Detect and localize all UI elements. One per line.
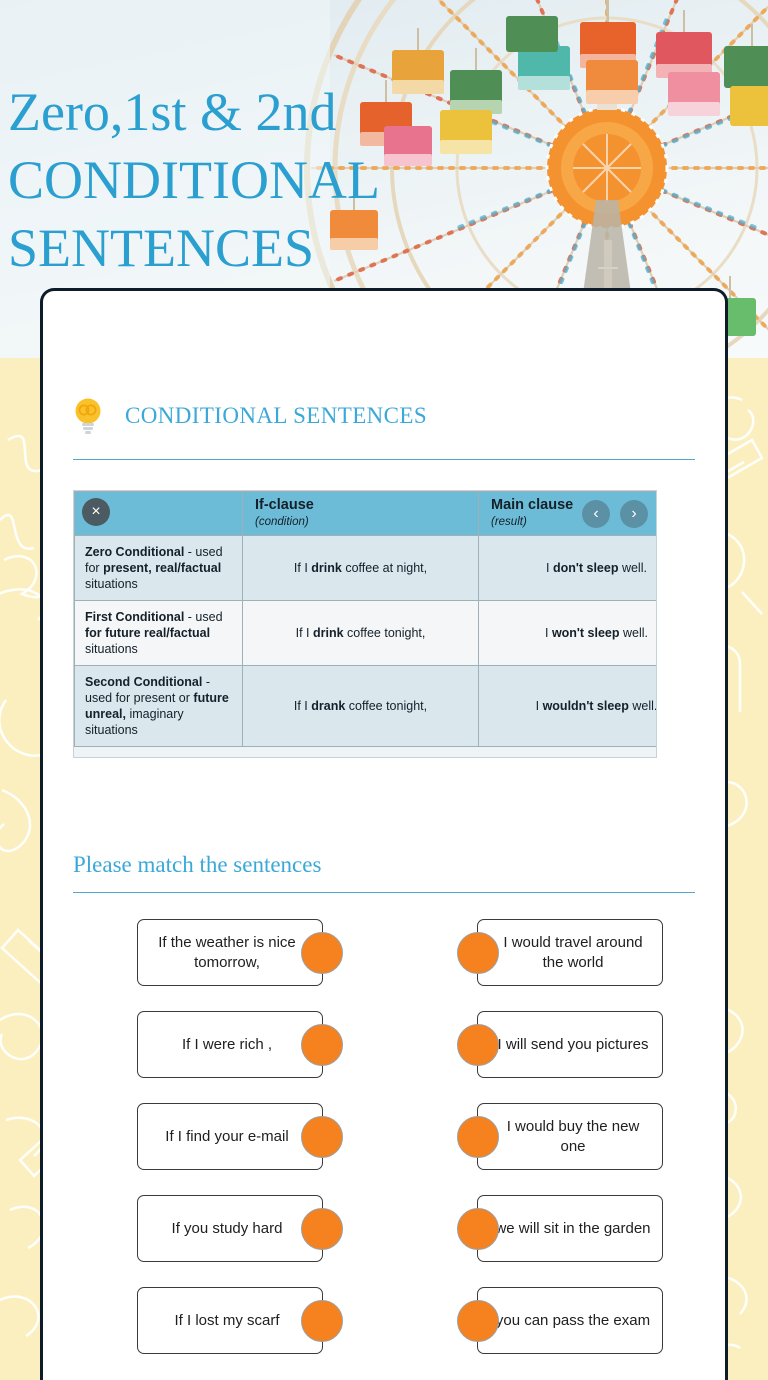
match-right-card[interactable]: I will send you pictures [457, 1011, 663, 1078]
worksheet-page: Zero,1st & 2nd CONDITIONAL SENTENCES CON… [0, 0, 768, 1380]
first-type-rest: - used [184, 610, 223, 624]
chevron-left-icon[interactable]: ‹ [582, 500, 610, 528]
match-row: If the weather is nice tomorrow, I would… [73, 919, 695, 986]
section-header: CONDITIONAL SENTENCES [73, 397, 695, 435]
second-main-post: well. [628, 699, 657, 713]
exercise-title: Please match the sentences [73, 852, 322, 877]
zero-main-pre: I [546, 561, 553, 575]
match-row: If you study hard we will sit in the gar… [73, 1195, 695, 1262]
connector-dot[interactable] [457, 1207, 499, 1250]
if-clause-title: If-clause [255, 497, 314, 513]
match-left-card[interactable]: If I lost my scarf [137, 1287, 343, 1354]
section-title: CONDITIONAL SENTENCES [125, 403, 428, 428]
match-row: If I were rich , I will send you picture… [73, 1011, 695, 1078]
first-type-b2: for future [85, 626, 141, 640]
second-conditional-type: Second Conditional - used for present or… [74, 665, 243, 747]
connector-dot[interactable] [301, 1207, 343, 1250]
match-left-text: If the weather is nice tomorrow, [158, 933, 296, 971]
zero-type-name: Zero Conditional [85, 545, 185, 559]
zero-main-bold: don't sleep [552, 561, 619, 575]
match-left-text: If you study hard [171, 1219, 283, 1237]
match-right-card[interactable]: I would buy the new one [457, 1103, 663, 1170]
connector-dot[interactable] [457, 931, 499, 974]
zero-type-tail: situations [85, 577, 138, 591]
table-row: First Conditional - used for future real… [74, 600, 656, 666]
second-type-b3: imaginary [129, 707, 184, 721]
page-title: Zero,1st & 2nd CONDITIONAL SENTENCES [8, 82, 380, 278]
conditionals-table-image[interactable]: If-clause (condition) Main clause (resul… [73, 490, 657, 758]
match-right-card[interactable]: you can pass the exam [457, 1287, 663, 1354]
zero-if-post: coffee at night, [341, 561, 428, 575]
exercise-divider [73, 892, 695, 893]
match-right-text: you can pass the exam [495, 1311, 651, 1329]
match-left-card[interactable]: If the weather is nice tomorrow, [137, 919, 343, 986]
zero-main-clause: I don't sleep well. [478, 535, 656, 601]
table-row: Zero Conditional - used for present, rea… [74, 535, 656, 601]
zero-if-clause: If I drink coffee at night, [242, 535, 479, 601]
zero-type-b3: real/factual [155, 561, 222, 575]
content-section: CONDITIONAL SENTENCES If-clause (conditi… [43, 397, 725, 1354]
close-icon[interactable]: × [82, 498, 110, 526]
second-if-clause: If I drank coffee tonight, [242, 665, 479, 747]
match-row: If I lost my scarf you can pass the exam [73, 1287, 695, 1354]
zero-conditional-type: Zero Conditional - used for present, rea… [74, 535, 243, 601]
if-clause-subtitle: (condition) [255, 516, 309, 528]
match-row: If I find your e-mail I would buy the ne… [73, 1103, 695, 1170]
zero-main-post: well. [618, 561, 647, 575]
table-header-row: If-clause (condition) Main clause (resul… [74, 491, 656, 536]
conditionals-table: If-clause (condition) Main clause (resul… [74, 491, 657, 747]
connector-dot[interactable] [301, 931, 343, 974]
first-if-bold: drink [313, 626, 344, 640]
table-header-if-clause: If-clause (condition) [242, 491, 479, 536]
zero-type-b2: present, [103, 561, 152, 575]
section-divider [73, 459, 695, 460]
connector-dot[interactable] [301, 1299, 343, 1342]
connector-dot[interactable] [457, 1023, 499, 1066]
connector-dot[interactable] [457, 1115, 499, 1158]
first-type-name: First Conditional [85, 610, 185, 624]
lightbulb-icon [75, 398, 101, 434]
first-main-post: well. [619, 626, 648, 640]
match-right-text: I would buy the new one [506, 1117, 640, 1155]
table-row: Second Conditional - used for present or… [74, 665, 657, 747]
match-right-text: I will send you pictures [497, 1035, 649, 1053]
first-type-b3: real/factual [144, 626, 211, 640]
match-left-text: If I find your e-mail [165, 1127, 289, 1145]
zero-if-bold: drink [311, 561, 342, 575]
second-main-clause: I wouldn't sleep well. [478, 665, 657, 747]
first-main-bold: won't sleep [551, 626, 620, 640]
first-if-post: coffee tonight, [343, 626, 426, 640]
second-type-tail: situations [85, 723, 138, 737]
second-if-pre: If I [293, 699, 312, 713]
connector-dot[interactable] [457, 1299, 499, 1342]
match-right-card[interactable]: we will sit in the garden [457, 1195, 663, 1262]
first-main-clause: I won't sleep well. [478, 600, 656, 666]
second-if-post: coffee tonight, [345, 699, 428, 713]
second-type-name: Second Conditional [85, 675, 203, 689]
first-conditional-type: First Conditional - used for future real… [74, 600, 243, 666]
match-right-text: I would travel around the world [503, 933, 643, 971]
main-clause-title: Main clause [491, 497, 574, 513]
connector-dot[interactable] [301, 1115, 343, 1158]
match-left-card[interactable]: If I were rich , [137, 1011, 343, 1078]
worksheet-content-card: CONDITIONAL SENTENCES If-clause (conditi… [40, 288, 728, 1380]
first-if-clause: If I drink coffee tonight, [242, 600, 479, 666]
match-exercise: If the weather is nice tomorrow, I would… [73, 919, 695, 1354]
connector-dot[interactable] [301, 1023, 343, 1066]
first-if-pre: If I [295, 626, 314, 640]
zero-if-pre: If I [293, 561, 312, 575]
second-main-pre: I [535, 699, 543, 713]
second-if-bold: drank [311, 699, 346, 713]
match-left-card[interactable]: If I find your e-mail [137, 1103, 343, 1170]
second-main-bold: wouldn't sleep [542, 699, 629, 713]
first-main-pre: I [544, 626, 552, 640]
match-left-card[interactable]: If you study hard [137, 1195, 343, 1262]
match-left-text: If I were rich , [181, 1035, 273, 1053]
match-left-text: If I lost my scarf [174, 1311, 280, 1329]
match-right-card[interactable]: I would travel around the world [457, 919, 663, 986]
first-type-tail: situations [85, 642, 138, 656]
match-right-text: we will sit in the garden [495, 1219, 651, 1237]
chevron-right-icon[interactable]: › [620, 500, 648, 528]
